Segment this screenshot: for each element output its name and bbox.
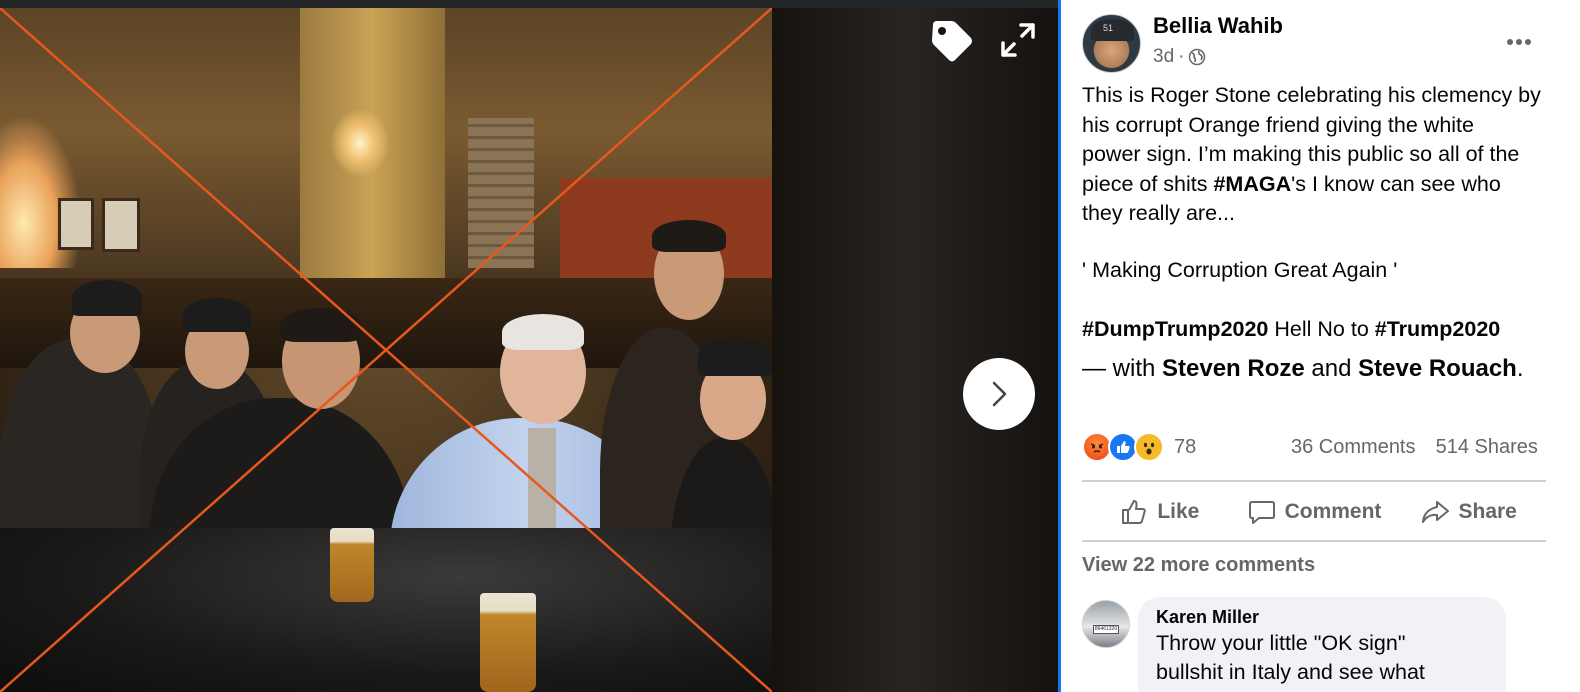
post-line: they really are...	[1082, 201, 1235, 226]
shares-count-link[interactable]: 514 Shares	[1436, 436, 1538, 458]
post-time[interactable]: 3d	[1153, 46, 1174, 68]
expand-icon	[1001, 23, 1035, 57]
view-more-comments-link[interactable]: View 22 more comments	[1082, 554, 1315, 577]
post-panel: 51 Bellia Wahib 3d · This is Roger Stone…	[1061, 0, 1580, 692]
divider	[1082, 480, 1546, 482]
hashtag-trump2020[interactable]: #Trump2020	[1375, 317, 1500, 341]
comments-count-link[interactable]: 36 Comments	[1291, 436, 1416, 458]
reaction-count: 78	[1174, 435, 1197, 458]
post-line: This is Roger Stone celebrating his clem…	[1082, 83, 1541, 107]
comment-label: Comment	[1284, 500, 1382, 523]
author-avatar[interactable]: 51	[1082, 14, 1141, 73]
comment-button[interactable]: Comment	[1237, 484, 1392, 540]
post-photo[interactable]	[0, 8, 772, 692]
commenter-name[interactable]: Karen Miller	[1156, 607, 1488, 628]
commenter-avatar[interactable]: 86461320	[1082, 600, 1130, 648]
cap-text: 51	[1103, 23, 1114, 33]
divider	[1082, 540, 1546, 542]
like-label: Like	[1157, 500, 1200, 523]
chevron-right-icon	[992, 381, 1007, 407]
fullscreen-button[interactable]	[992, 14, 1044, 66]
tagged-person-link[interactable]: Steven Roze	[1162, 355, 1305, 382]
more-options-icon	[1507, 39, 1531, 45]
license-plate: 86461320	[1093, 625, 1119, 634]
hashtag-dumptrump2020[interactable]: #DumpTrump2020	[1082, 317, 1268, 341]
post-tagged-people: — with Steven Roze and Steve Rouach.	[1082, 355, 1524, 382]
comment-text: Throw your little "OK sign" bullshit in …	[1156, 631, 1425, 684]
share-label: Share	[1458, 500, 1517, 523]
post-line: power sign. I’m making this public so al…	[1082, 142, 1520, 167]
viewer-top-strip	[0, 0, 1058, 8]
post-meta: 3d ·	[1153, 46, 1206, 68]
tag-photo-button[interactable]	[924, 14, 978, 68]
photo-viewer	[0, 0, 1058, 692]
reaction-summary[interactable]: 78	[1082, 432, 1196, 462]
wow-icon	[1134, 432, 1164, 462]
more-options-button[interactable]	[1497, 20, 1541, 64]
post-hashtags: #DumpTrump2020 Hell No to #Trump2020	[1082, 317, 1501, 341]
globe-icon	[1189, 48, 1206, 66]
thumbs-up-icon	[1122, 500, 1147, 524]
hashtag-maga[interactable]: #MAGA	[1213, 172, 1291, 196]
post-body: This is Roger Stone celebrating his clem…	[1082, 81, 1562, 229]
tagged-person-link[interactable]: Steve Rouach	[1358, 355, 1517, 382]
post-actions: Like Comment Share	[1082, 484, 1546, 540]
share-icon	[1422, 501, 1450, 523]
post-line: his corrupt Orange friend giving the whi…	[1082, 112, 1474, 137]
share-button[interactable]: Share	[1391, 484, 1546, 540]
tag-icon	[932, 21, 972, 62]
author-name[interactable]: Bellia Wahib	[1153, 13, 1283, 39]
next-photo-button[interactable]	[963, 358, 1035, 430]
engagement-counts: 36 Comments 514 Shares	[1291, 436, 1538, 459]
like-button[interactable]: Like	[1082, 484, 1237, 540]
post-line: piece of shits #MAGA's I know can see wh…	[1082, 171, 1501, 196]
comment-bubble: Karen Miller Throw your little "OK sign"…	[1138, 597, 1506, 692]
comment-icon	[1248, 501, 1275, 524]
meta-dot: ·	[1178, 46, 1185, 67]
post-quote: ' Making Corruption Great Again '	[1082, 258, 1398, 282]
